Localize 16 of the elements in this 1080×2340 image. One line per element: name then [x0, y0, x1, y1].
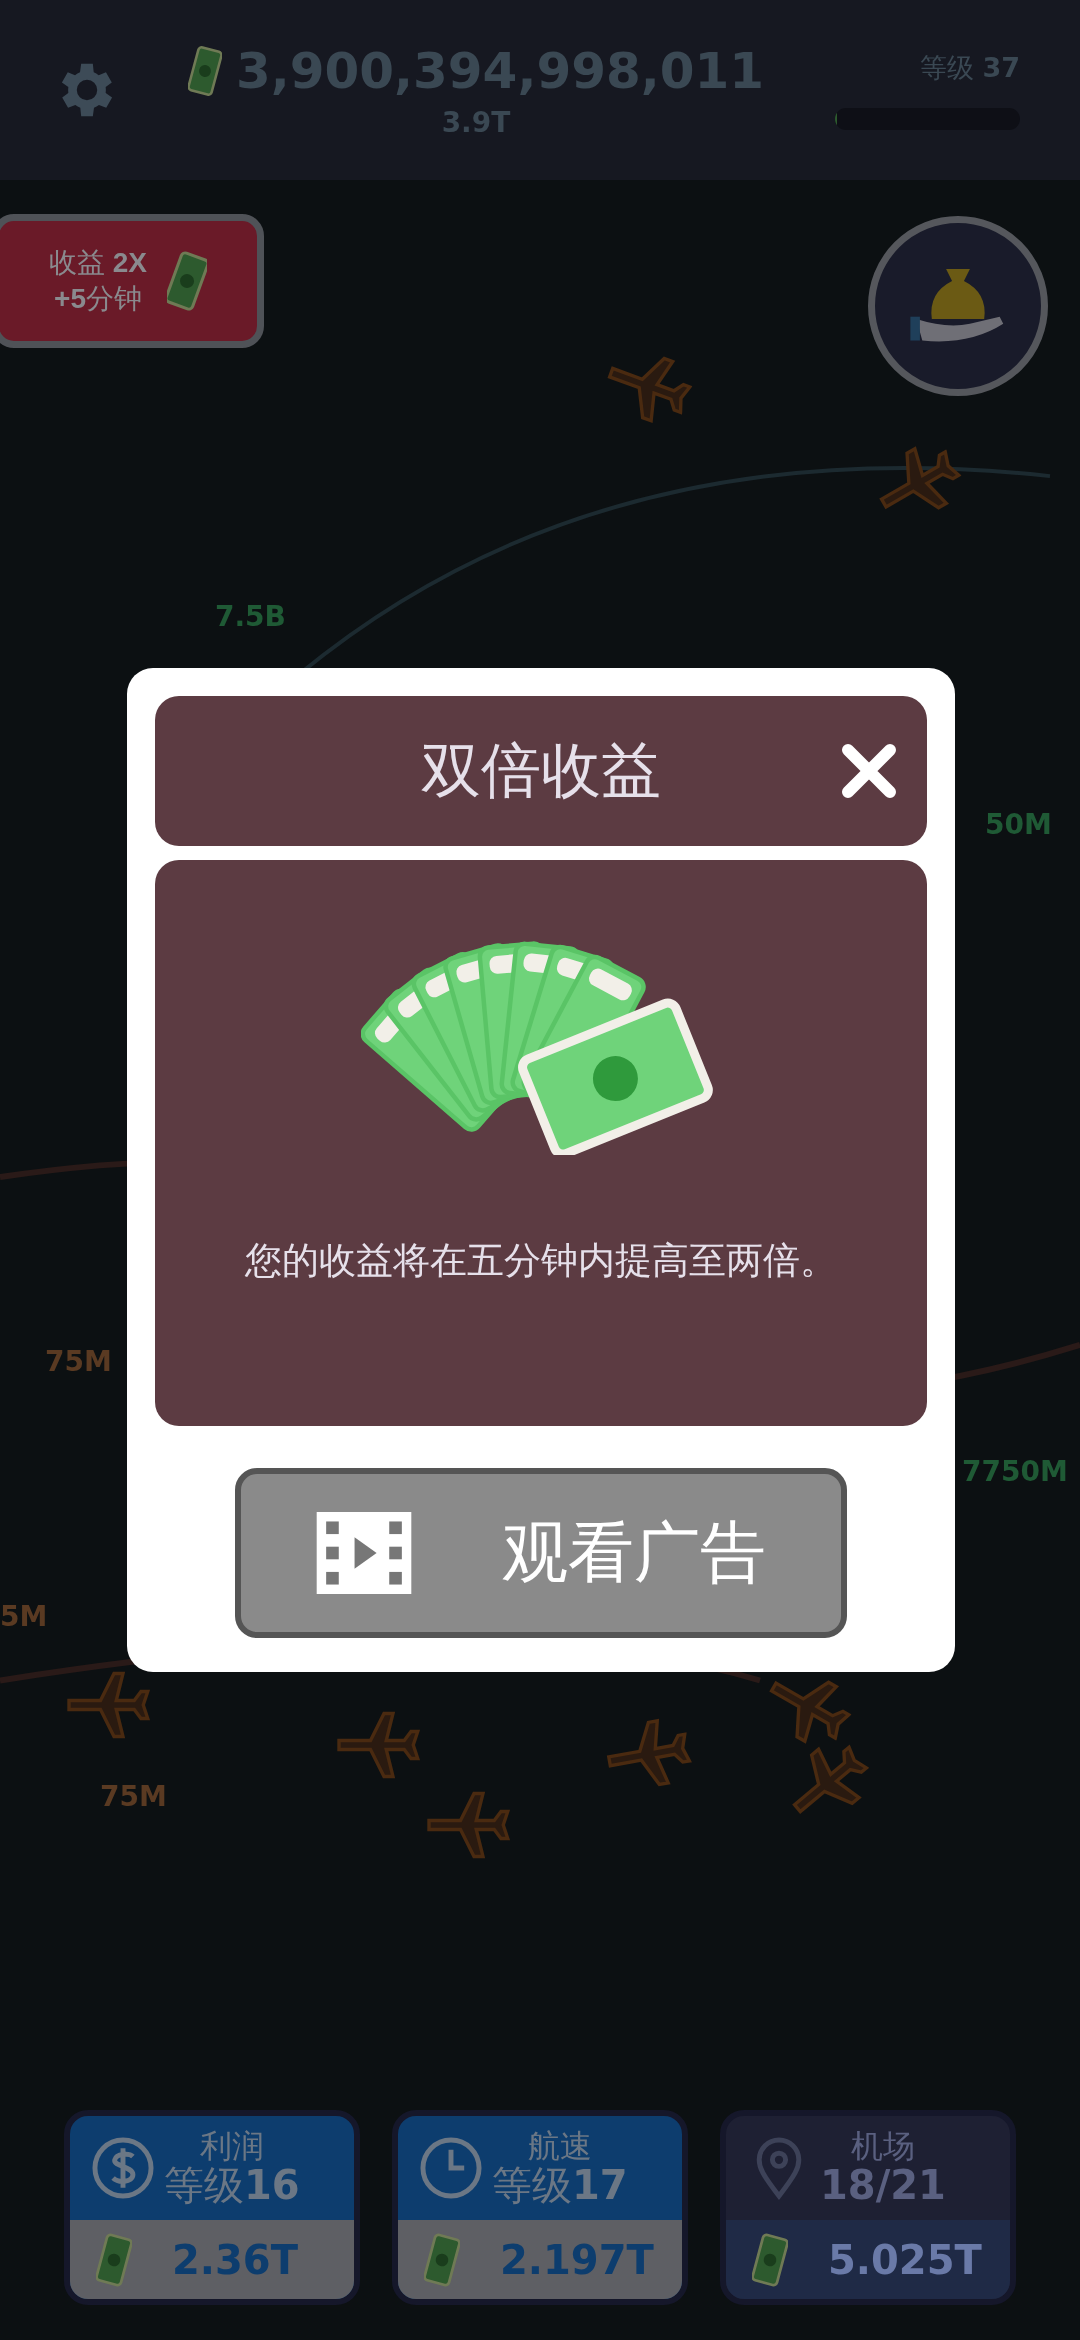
route-value-label: 50M [985, 808, 1052, 841]
upgrade-button[interactable]: 航速 等级17 2.197T [392, 2110, 688, 2305]
route-value-label: 5M [0, 1600, 48, 1633]
upgrade-button[interactable]: 利润 等级16 2.36T [64, 2110, 360, 2305]
clock-icon [418, 2135, 484, 2201]
income-boost-button[interactable]: 收益 2X +5分钟 [0, 214, 264, 348]
watch-ad-button[interactable]: 观看广告 [235, 1468, 847, 1638]
route-value-label: 7.5B [215, 600, 286, 633]
route-value-label: 75M [100, 1780, 167, 1813]
film-icon [316, 1512, 412, 1594]
close-icon[interactable] [839, 741, 899, 801]
dialog-title: 双倍收益 [421, 733, 661, 807]
route-value-label: 75M [45, 1345, 112, 1378]
dialog-message: 您的收益将在五分钟内提高至两倍。 [244, 1238, 838, 1284]
dollar-coin-icon [90, 2135, 156, 2201]
route-value-label: 7750M [962, 1455, 1068, 1488]
